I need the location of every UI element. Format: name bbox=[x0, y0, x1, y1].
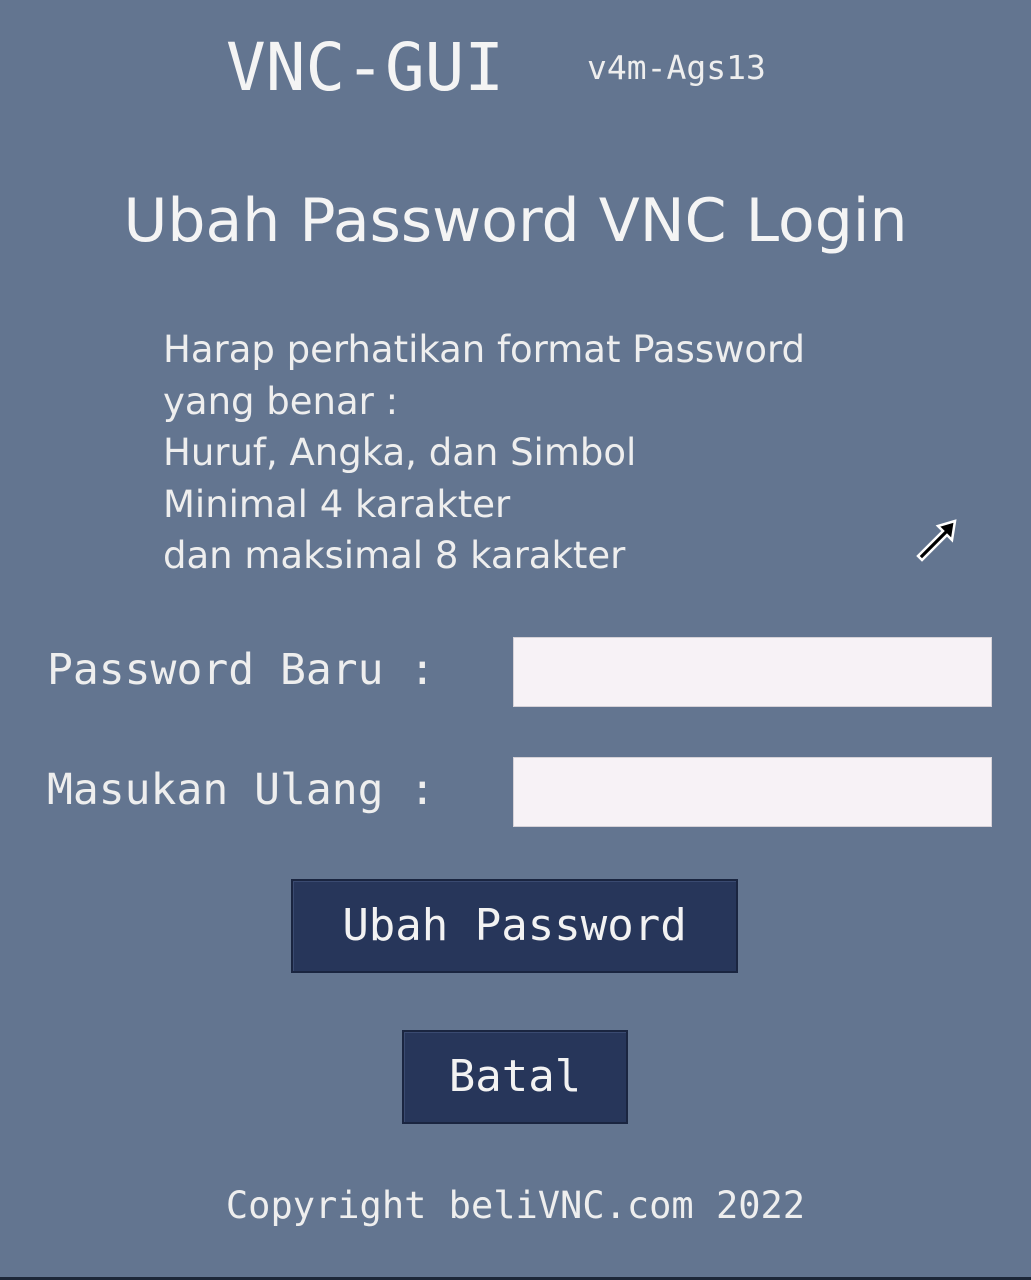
instruction-line: Harap perhatikan format Password bbox=[163, 328, 806, 371]
new-password-label: Password Baru : bbox=[47, 645, 436, 695]
page-title: Ubah Password VNC Login bbox=[123, 186, 908, 256]
password-instructions: Harap perhatikan format Password yang be… bbox=[163, 324, 805, 582]
version-label: v4m-Ags13 bbox=[587, 48, 766, 87]
new-password-input[interactable] bbox=[513, 637, 992, 707]
instruction-line: yang benar : bbox=[163, 379, 399, 423]
instruction-line: Huruf, Angka, dan Simbol bbox=[163, 431, 637, 474]
change-password-button[interactable]: Ubah Password bbox=[291, 879, 738, 973]
app-title: VNC-GUI bbox=[226, 29, 505, 106]
repeat-password-input[interactable] bbox=[513, 757, 992, 827]
vnc-password-dialog: VNC-GUI v4m-Ags13 Ubah Password VNC Logi… bbox=[0, 0, 1031, 1280]
repeat-password-label: Masukan Ulang : bbox=[47, 765, 436, 815]
instruction-line: dan maksimal 8 karakter bbox=[163, 534, 626, 577]
arrow-cursor-icon bbox=[916, 519, 957, 562]
copyright-footer: Copyright beliVNC.com 2022 bbox=[225, 1184, 806, 1227]
instruction-line: Minimal 4 karakter bbox=[163, 482, 511, 526]
cancel-button[interactable]: Batal bbox=[402, 1030, 628, 1124]
